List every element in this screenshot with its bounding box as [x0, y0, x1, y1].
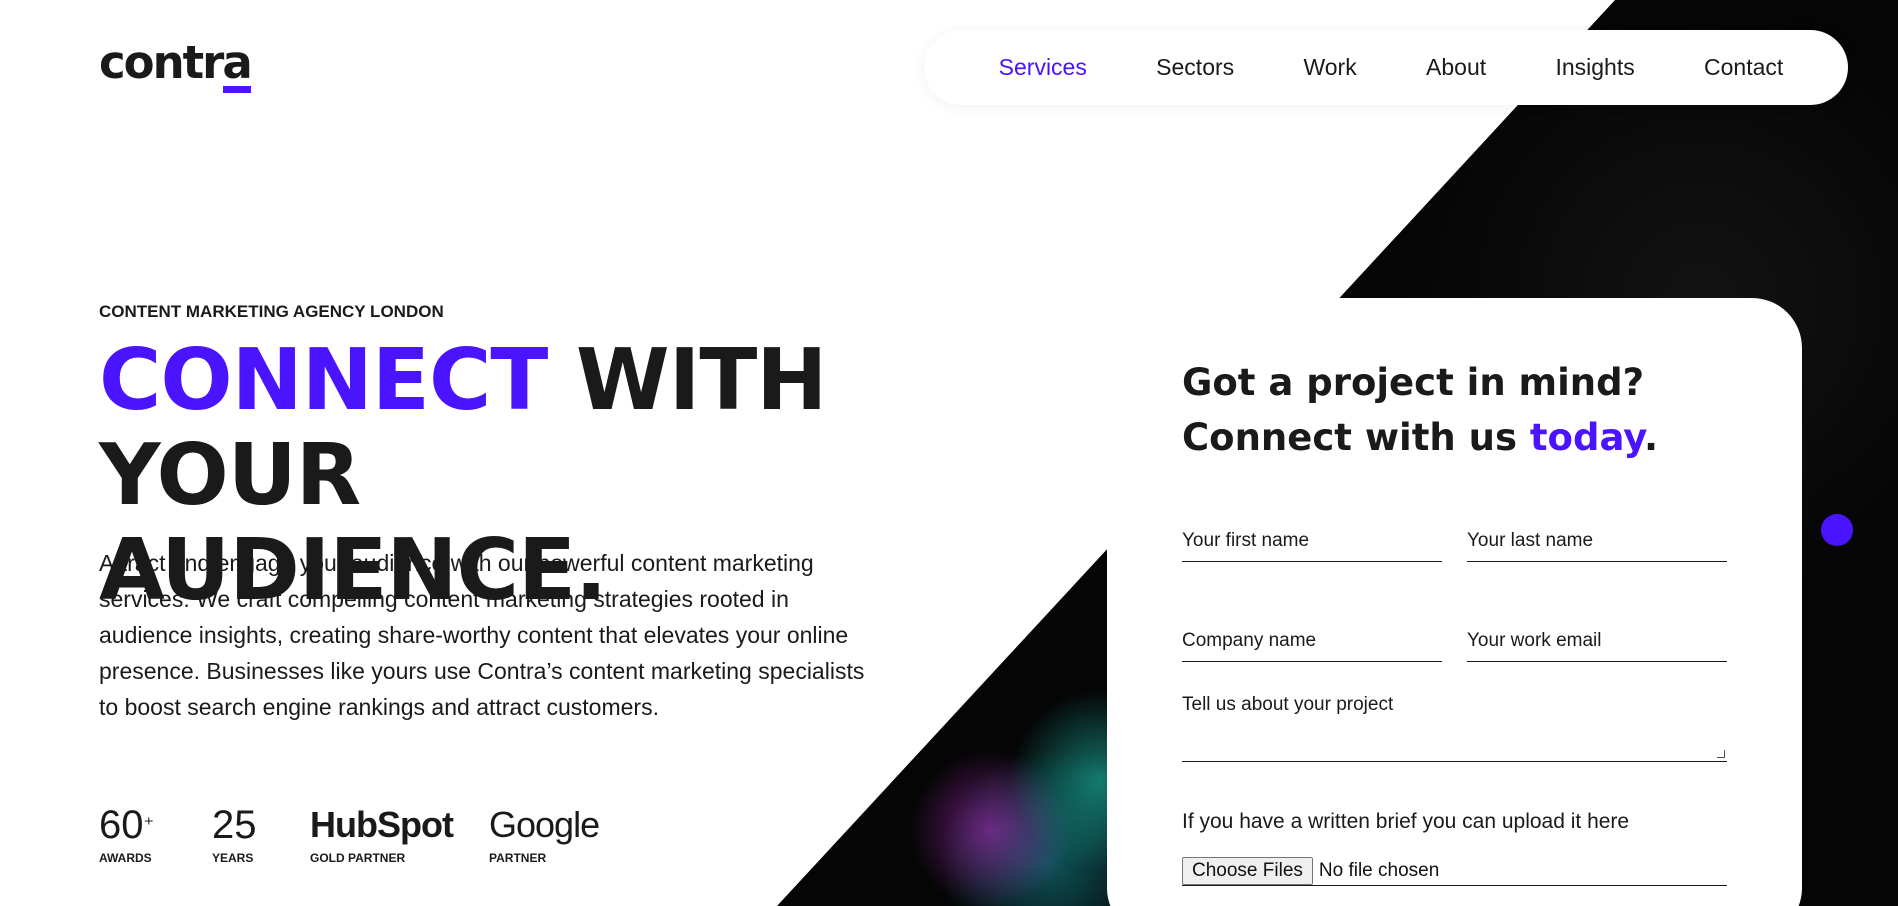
nav-item-about[interactable]: About — [1426, 54, 1486, 81]
stat-years-label: YEARS — [212, 851, 254, 865]
first-name-field[interactable] — [1182, 512, 1442, 552]
hubspot-logo: HubSpot — [310, 804, 454, 845]
nav-item-sectors[interactable]: Sectors — [1156, 54, 1234, 81]
first-name-field-wrap — [1182, 512, 1442, 562]
form-title: Got a project in mind? Connect with us t… — [1182, 355, 1782, 465]
stat-awards-suffix: ⁺ — [143, 814, 155, 836]
contact-form-card: Got a project in mind? Connect with us t… — [1107, 298, 1802, 906]
form-title-suffix: . — [1644, 416, 1659, 459]
stat-years-value: 25 — [212, 803, 257, 847]
stat-google-label: PARTNER — [489, 851, 547, 865]
stat-awards-label: AWARDS — [99, 851, 152, 865]
nav-item-insights[interactable]: Insights — [1555, 54, 1634, 81]
resize-handle-icon[interactable] — [1717, 750, 1725, 758]
nav-item-services[interactable]: Services — [999, 54, 1087, 81]
email-field[interactable] — [1467, 612, 1727, 652]
form-title-line1: Got a project in mind? — [1182, 361, 1645, 404]
project-description-field[interactable] — [1182, 688, 1727, 758]
company-field[interactable] — [1182, 612, 1442, 652]
google-logo: Google — [489, 804, 600, 845]
stat-years: 25 YEARS — [212, 803, 257, 865]
main-nav: Services Sectors Work About Insights Con… — [924, 30, 1848, 105]
headline-highlight: CONNECT — [99, 331, 548, 430]
nav-item-work[interactable]: Work — [1303, 54, 1356, 81]
stat-hubspot-label: GOLD PARTNER — [310, 851, 406, 865]
stat-hubspot: HubSpot GOLD PARTNER — [310, 803, 454, 865]
logo[interactable]: contra — [99, 40, 253, 85]
upload-label: If you have a written brief you can uplo… — [1182, 810, 1630, 833]
stat-awards-value: 60 — [99, 803, 144, 847]
email-field-wrap — [1467, 612, 1727, 662]
company-field-wrap — [1182, 612, 1442, 662]
form-title-prefix: Connect with us — [1182, 416, 1530, 459]
file-status: No file chosen — [1318, 859, 1440, 881]
hero-intro: Attract and engage your audience with ou… — [99, 550, 865, 720]
hero-eyebrow: CONTENT MARKETING AGENCY LONDON — [99, 302, 444, 321]
choose-files-button[interactable]: Choose Files — [1182, 856, 1313, 885]
accent-dot — [1821, 514, 1853, 546]
last-name-field[interactable] — [1467, 512, 1727, 552]
project-field-wrap — [1182, 688, 1727, 762]
last-name-field-wrap — [1467, 512, 1727, 562]
form-title-highlight: today — [1529, 416, 1645, 459]
nav-item-contact[interactable]: Contact — [1704, 54, 1783, 81]
file-upload: Choose Files No file chosen — [1182, 856, 1727, 886]
stat-google: Google PARTNER — [489, 803, 600, 865]
logo-accent-bar — [223, 86, 251, 93]
stat-awards: 60⁺ AWARDS — [99, 803, 154, 865]
